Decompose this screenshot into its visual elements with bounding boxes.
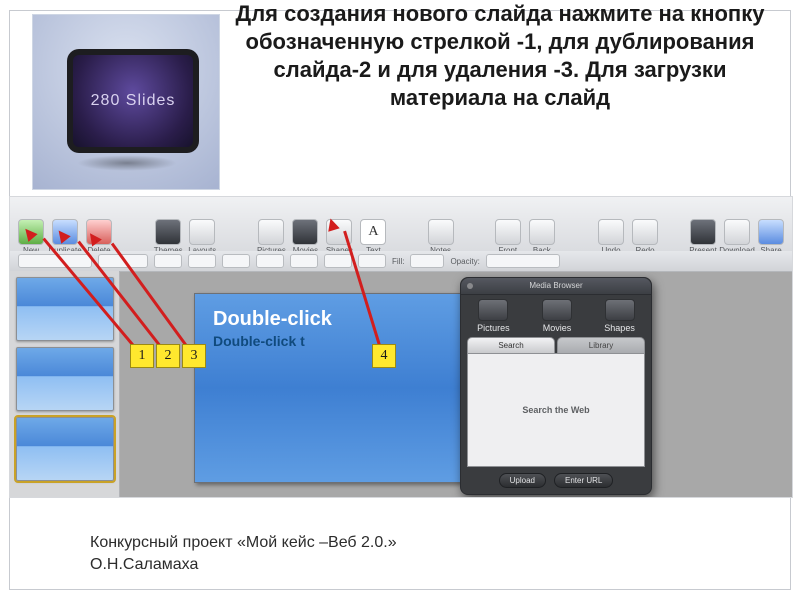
- align-left-button[interactable]: [256, 254, 284, 268]
- toolbar-group-arrange: Front Back: [493, 219, 557, 255]
- italic-button[interactable]: [188, 254, 216, 268]
- shapes-icon: [605, 299, 635, 321]
- download-button[interactable]: Download: [722, 219, 752, 255]
- undo-icon: [598, 219, 624, 245]
- media-browser-title: Media Browser: [529, 281, 582, 290]
- notes-icon: [428, 219, 454, 245]
- slide-thumbnail[interactable]: 2: [16, 347, 114, 411]
- download-icon: [724, 219, 750, 245]
- slide-thumbnail[interactable]: 3: [16, 417, 114, 481]
- media-tabs: Search Library: [467, 337, 645, 353]
- layouts-button[interactable]: Layouts: [187, 219, 217, 255]
- callout-2: 2: [156, 344, 180, 368]
- redo-button[interactable]: Redo: [630, 219, 660, 255]
- logo-screen-frame: 280 Slides: [67, 49, 199, 153]
- media-browser-titlebar[interactable]: Media Browser: [461, 278, 651, 295]
- editor-app: New Duplicate Delete Themes: [9, 196, 793, 498]
- callout-3: 3: [182, 344, 206, 368]
- back-button[interactable]: Back: [527, 219, 557, 255]
- instruction-heading: Для создания нового слайда нажмите на кн…: [220, 0, 780, 112]
- upload-button[interactable]: Upload: [499, 473, 546, 488]
- align-right-button[interactable]: [324, 254, 352, 268]
- toolbar-group-insert: Pictures Movies Shapes Text: [256, 219, 388, 255]
- media-cat-pictures[interactable]: Pictures: [477, 299, 510, 333]
- toolbar-group-right: Present Download Share: [688, 219, 786, 255]
- callout-4: 4: [372, 344, 396, 368]
- pictures-icon: [478, 299, 508, 321]
- themes-icon: [155, 219, 181, 245]
- tab-search[interactable]: Search: [467, 337, 555, 353]
- media-cat-label: Pictures: [477, 323, 510, 333]
- opacity-slider[interactable]: [486, 254, 560, 268]
- notes-button[interactable]: Notes: [428, 219, 454, 255]
- logo-shadow: [77, 155, 177, 171]
- font-family-select[interactable]: [18, 254, 92, 268]
- slide-thumbnail[interactable]: 1: [16, 277, 114, 341]
- slide-thumbnail-panel: 1 2 3: [10, 271, 120, 497]
- send-back-icon: [529, 219, 555, 245]
- share-icon: [758, 219, 784, 245]
- layouts-icon: [189, 219, 215, 245]
- toolbar-group-themes: Themes Layouts: [153, 219, 217, 255]
- enter-url-button[interactable]: Enter URL: [554, 473, 613, 488]
- media-cat-label: Movies: [543, 323, 572, 333]
- share-button[interactable]: Share: [756, 219, 786, 255]
- media-footer: Upload Enter URL: [461, 473, 651, 494]
- media-cat-label: Shapes: [604, 323, 635, 333]
- align-center-button[interactable]: [290, 254, 318, 268]
- media-categories: Pictures Movies Shapes: [461, 295, 651, 335]
- movies-icon: [542, 299, 572, 321]
- close-icon[interactable]: [467, 283, 473, 289]
- media-cat-shapes[interactable]: Shapes: [604, 299, 635, 333]
- callout-1: 1: [130, 344, 154, 368]
- credit-text: Конкурсный проект «Мой кейс –Веб 2.0.» О…: [90, 532, 397, 576]
- pictures-icon: [258, 219, 284, 245]
- tab-library[interactable]: Library: [557, 337, 645, 353]
- bullets-button[interactable]: [358, 254, 386, 268]
- media-search-body[interactable]: Search the Web: [467, 353, 645, 467]
- movies-button[interactable]: Movies: [290, 219, 320, 255]
- fill-color[interactable]: [410, 254, 444, 268]
- bold-button[interactable]: [154, 254, 182, 268]
- media-cat-movies[interactable]: Movies: [542, 299, 572, 333]
- themes-button[interactable]: Themes: [153, 219, 183, 255]
- front-button[interactable]: Front: [493, 219, 523, 255]
- toolbar-group-history: Undo Redo: [596, 219, 660, 255]
- undo-button[interactable]: Undo: [596, 219, 626, 255]
- redo-icon: [632, 219, 658, 245]
- text-button[interactable]: Text: [358, 219, 388, 255]
- present-icon: [690, 219, 716, 245]
- movies-icon: [292, 219, 318, 245]
- pictures-button[interactable]: Pictures: [256, 219, 286, 255]
- logo-panel: 280 Slides: [32, 14, 220, 190]
- fill-label: Fill:: [392, 257, 404, 266]
- text-icon: [360, 219, 386, 245]
- logo-text: 280 Slides: [73, 55, 193, 147]
- present-button[interactable]: Present: [688, 219, 718, 255]
- underline-button[interactable]: [222, 254, 250, 268]
- media-browser-panel: Media Browser Pictures Movies Shapes Sea…: [460, 277, 652, 495]
- bring-front-icon: [495, 219, 521, 245]
- opacity-label: Opacity:: [450, 257, 479, 266]
